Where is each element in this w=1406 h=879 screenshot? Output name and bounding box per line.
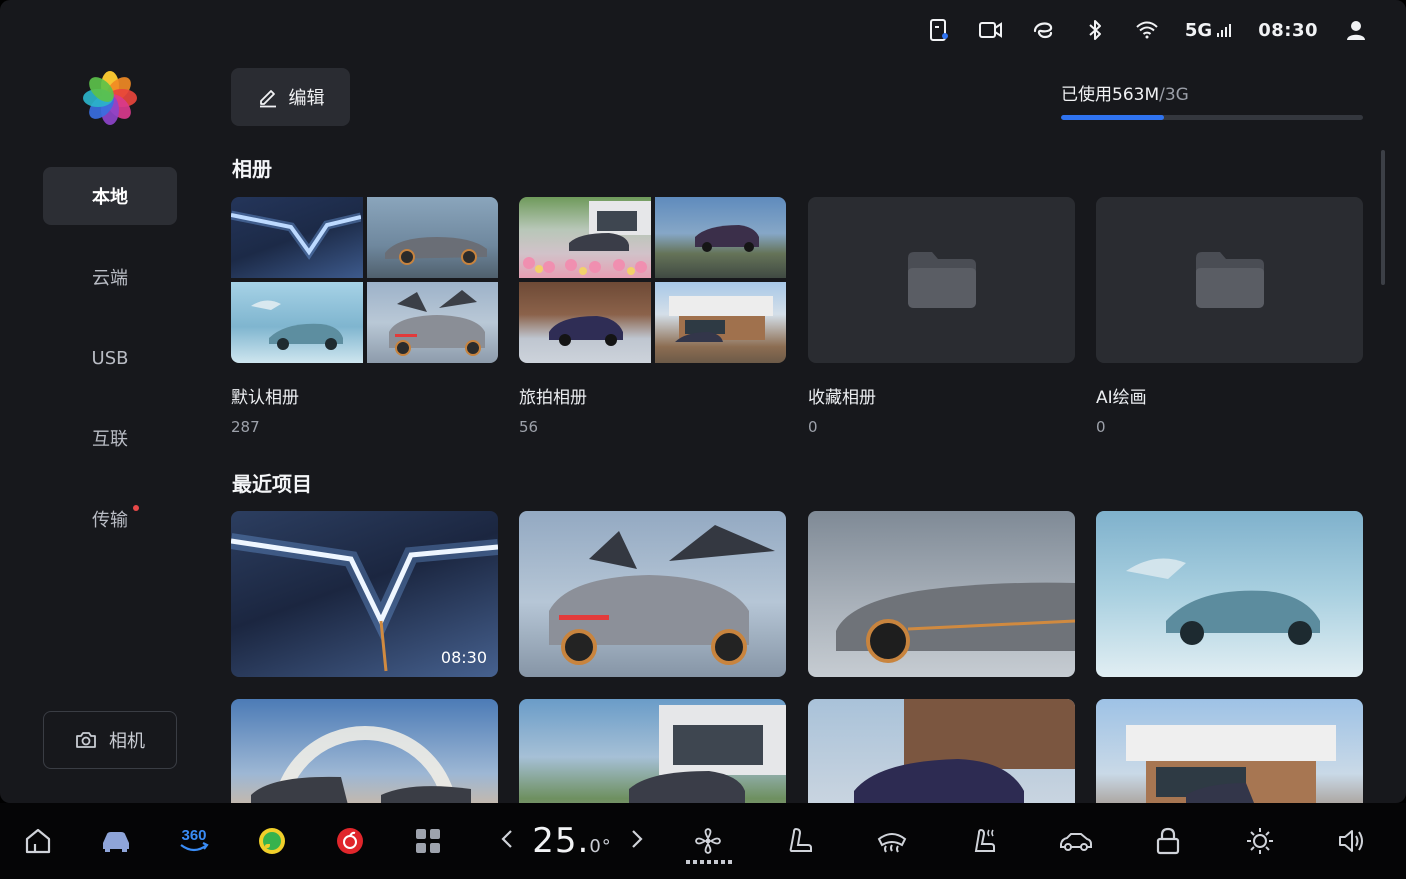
chevron-left-icon[interactable]	[500, 828, 514, 854]
storage-total: /3G	[1159, 85, 1189, 105]
user-icon[interactable]	[1342, 16, 1370, 44]
album-card-ai-painting[interactable]: AI绘画 0	[1096, 197, 1363, 436]
bluetooth-icon[interactable]	[1081, 16, 1109, 44]
volume-icon[interactable]	[1334, 823, 1370, 859]
360-badge-text: 360	[181, 827, 206, 844]
recent-photo[interactable]	[519, 511, 786, 677]
status-bar: 5G 08:30	[925, 14, 1370, 46]
gallery-logo	[82, 70, 138, 126]
cover-photo	[654, 197, 786, 278]
album-name: AI绘画	[1096, 388, 1147, 408]
recent-photo[interactable]	[519, 699, 786, 803]
recent-section-title: 最近项目	[232, 472, 312, 496]
temperature-value: 25.0°	[532, 821, 612, 861]
music-icon[interactable]	[254, 823, 290, 859]
home-icon[interactable]	[20, 823, 56, 859]
sidebar-item-label: 云端	[92, 268, 128, 289]
recent-photo[interactable]	[808, 511, 1075, 677]
network-type: 5G	[1184, 19, 1213, 41]
album-card-default[interactable]: 默认相册 287	[231, 197, 498, 436]
lock-icon[interactable]	[1150, 823, 1186, 859]
chevron-right-icon[interactable]	[630, 828, 644, 854]
brightness-icon[interactable]	[1242, 823, 1278, 859]
sidebar-item-local[interactable]: 本地	[43, 167, 177, 225]
album-cover	[519, 197, 786, 363]
video-duration: 08:30	[440, 648, 487, 667]
phone-key-icon[interactable]	[925, 16, 953, 44]
seat-heat-icon[interactable]	[966, 823, 1002, 859]
netease-music-icon[interactable]	[332, 823, 368, 859]
recent-video-thumbnail[interactable]: 08:30	[231, 511, 498, 677]
album-name: 旅拍相册	[519, 388, 587, 408]
storage-label: 已使用563M/3G	[1061, 80, 1363, 105]
signal-bars-icon	[1217, 24, 1232, 37]
seat-icon[interactable]	[782, 823, 818, 859]
album-count: 287	[231, 418, 260, 436]
defrost-icon[interactable]	[874, 823, 910, 859]
album-card-travel[interactable]: 旅拍相册 56	[519, 197, 786, 436]
album-count: 0	[808, 418, 818, 436]
folder-icon	[1195, 252, 1264, 308]
sidebar-item-cloud[interactable]: 云端	[43, 248, 177, 306]
fan-level-indicator	[686, 860, 732, 864]
camera-label: 相机	[109, 731, 145, 752]
album-name: 收藏相册	[808, 388, 876, 408]
album-count: 0	[1096, 418, 1106, 436]
cover-photo	[366, 197, 498, 278]
album-count: 56	[519, 418, 539, 436]
wifi-icon[interactable]	[1133, 16, 1161, 44]
cover-photo	[519, 282, 651, 363]
sidebar-item-usb[interactable]: USB	[43, 329, 177, 387]
temperature-decimal: 0°	[589, 836, 612, 857]
sidebar-item-label: USB	[91, 347, 129, 369]
video-camera-icon[interactable]	[977, 16, 1005, 44]
storage-usage: 已使用563M/3G	[1061, 80, 1363, 120]
cover-photo	[231, 282, 363, 363]
edit-button[interactable]: 编辑	[231, 68, 350, 126]
pencil-icon	[259, 90, 276, 108]
storage-bar	[1061, 115, 1363, 120]
storage-used: 已使用563M	[1061, 85, 1160, 105]
fan-icon[interactable]	[690, 823, 726, 859]
recent-photo[interactable]	[1096, 699, 1363, 803]
folder-icon	[907, 252, 976, 308]
gallery-app: 5G 08:30 本地 云端 USB 互联 传输 相机 编辑 已使用563M/3…	[0, 0, 1406, 803]
cover-photo	[231, 197, 363, 278]
albums-section-title: 相册	[232, 157, 272, 181]
edit-label: 编辑	[288, 88, 325, 109]
sidebar-item-label: 互联	[92, 429, 128, 450]
album-cover	[808, 197, 1075, 363]
360-view-icon[interactable]: 360	[176, 823, 212, 859]
apps-grid-icon[interactable]	[410, 823, 446, 859]
temperature-control: 25.0°	[500, 817, 644, 865]
hicar-link-icon[interactable]	[1029, 16, 1057, 44]
cover-photo	[366, 282, 498, 363]
scrollbar[interactable]	[1381, 150, 1385, 285]
recent-photo[interactable]	[1096, 511, 1363, 677]
sidebar-item-label: 本地	[92, 187, 128, 208]
car-icon[interactable]	[98, 823, 134, 859]
temperature-main: 25.	[532, 821, 590, 861]
sidebar-item-connect[interactable]: 互联	[43, 409, 177, 467]
camera-button[interactable]: 相机	[43, 711, 177, 769]
album-cover	[231, 197, 498, 363]
recent-photo[interactable]	[231, 699, 498, 803]
sidebar-item-transfer[interactable]: 传输	[43, 490, 177, 548]
notification-dot	[133, 505, 139, 511]
album-card-favorites[interactable]: 收藏相册 0	[808, 197, 1075, 436]
cellular-signal: 5G	[1185, 20, 1234, 41]
storage-bar-fill	[1061, 115, 1164, 120]
album-name: 默认相册	[231, 388, 299, 408]
cover-photo	[654, 282, 786, 363]
vehicle-dock: 360 25.0°	[0, 803, 1406, 879]
cover-photo	[519, 197, 651, 278]
sidebar-item-label: 传输	[92, 510, 128, 531]
recent-photo[interactable]	[808, 699, 1075, 803]
camera-icon	[76, 732, 96, 748]
album-cover	[1096, 197, 1363, 363]
car-mode-icon[interactable]	[1058, 823, 1094, 859]
clock: 08:30	[1258, 19, 1318, 41]
